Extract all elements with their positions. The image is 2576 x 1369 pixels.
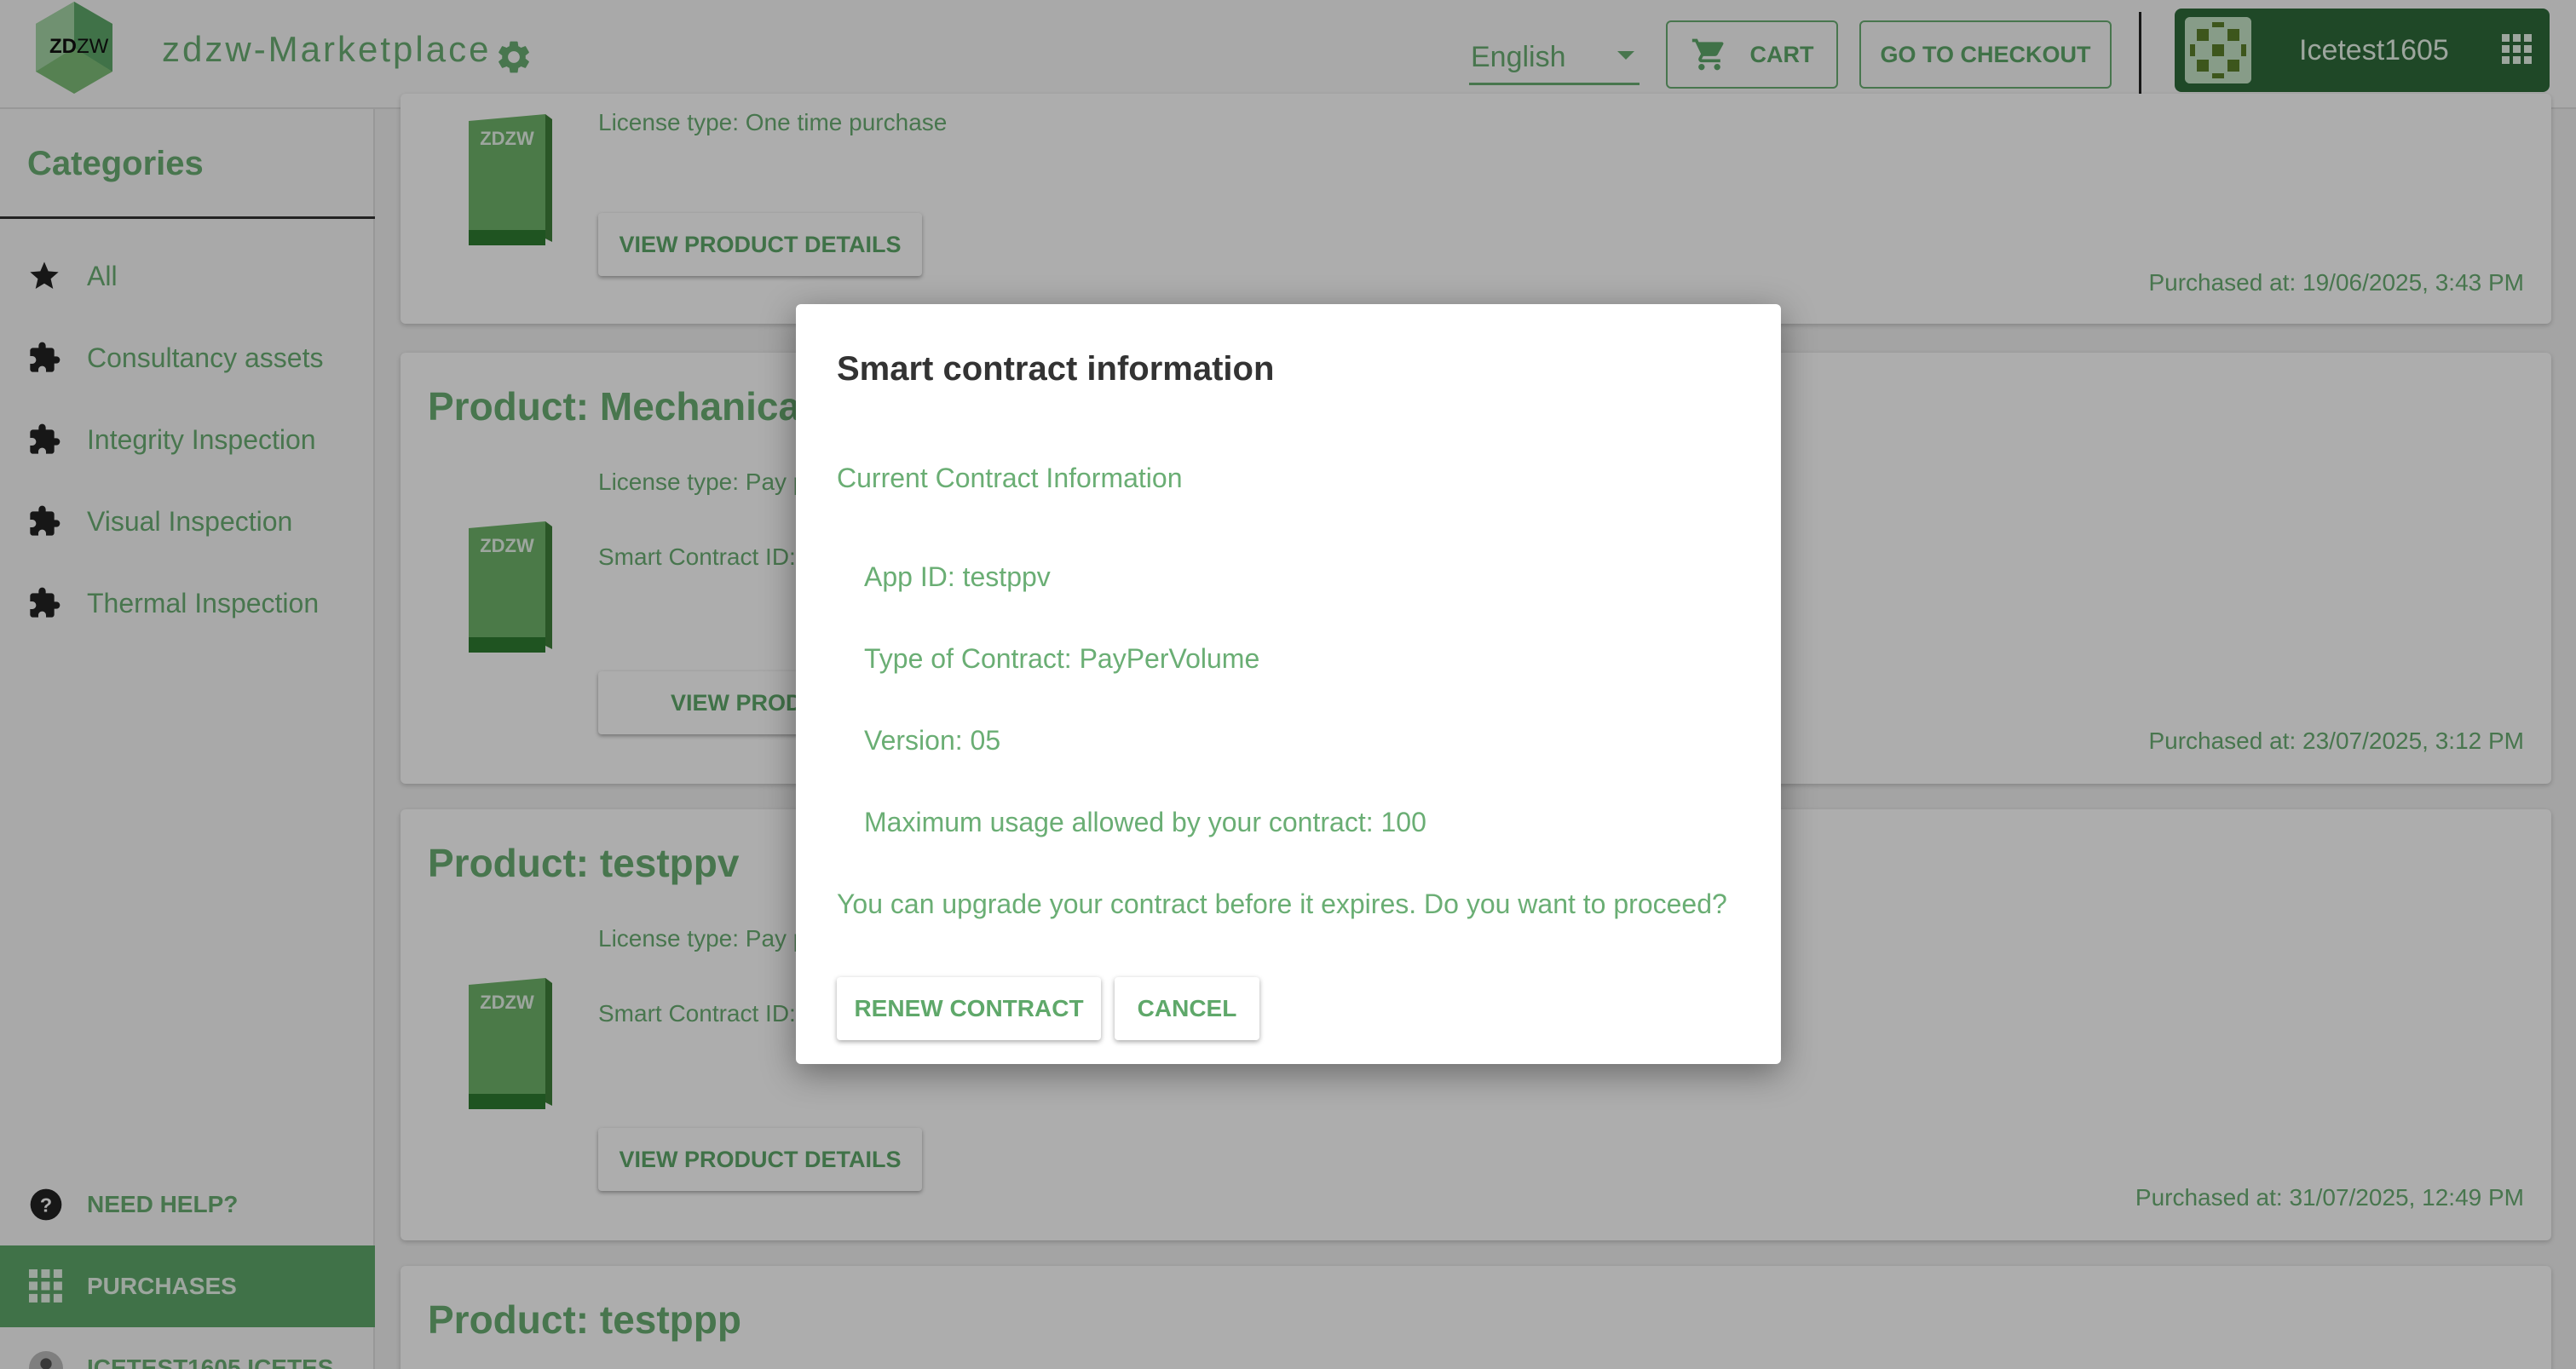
cancel-button[interactable]: CANCEL [1115,977,1259,1040]
max-usage: Maximum usage allowed by your contract: … [864,807,1426,837]
smart-contract-dialog: Smart contract information Current Contr… [796,304,1781,1064]
dialog-title: Smart contract information [837,350,1275,388]
dialog-subtitle: Current Contract Information [837,463,1183,493]
contract-version: Version: 05 [864,725,1001,756]
dialog-question: You can upgrade your contract before it … [837,889,1727,919]
contract-type: Type of Contract: PayPerVolume [864,643,1260,674]
renew-contract-button[interactable]: RENEW CONTRACT [837,977,1101,1040]
app-id: App ID: testppv [864,561,1051,592]
